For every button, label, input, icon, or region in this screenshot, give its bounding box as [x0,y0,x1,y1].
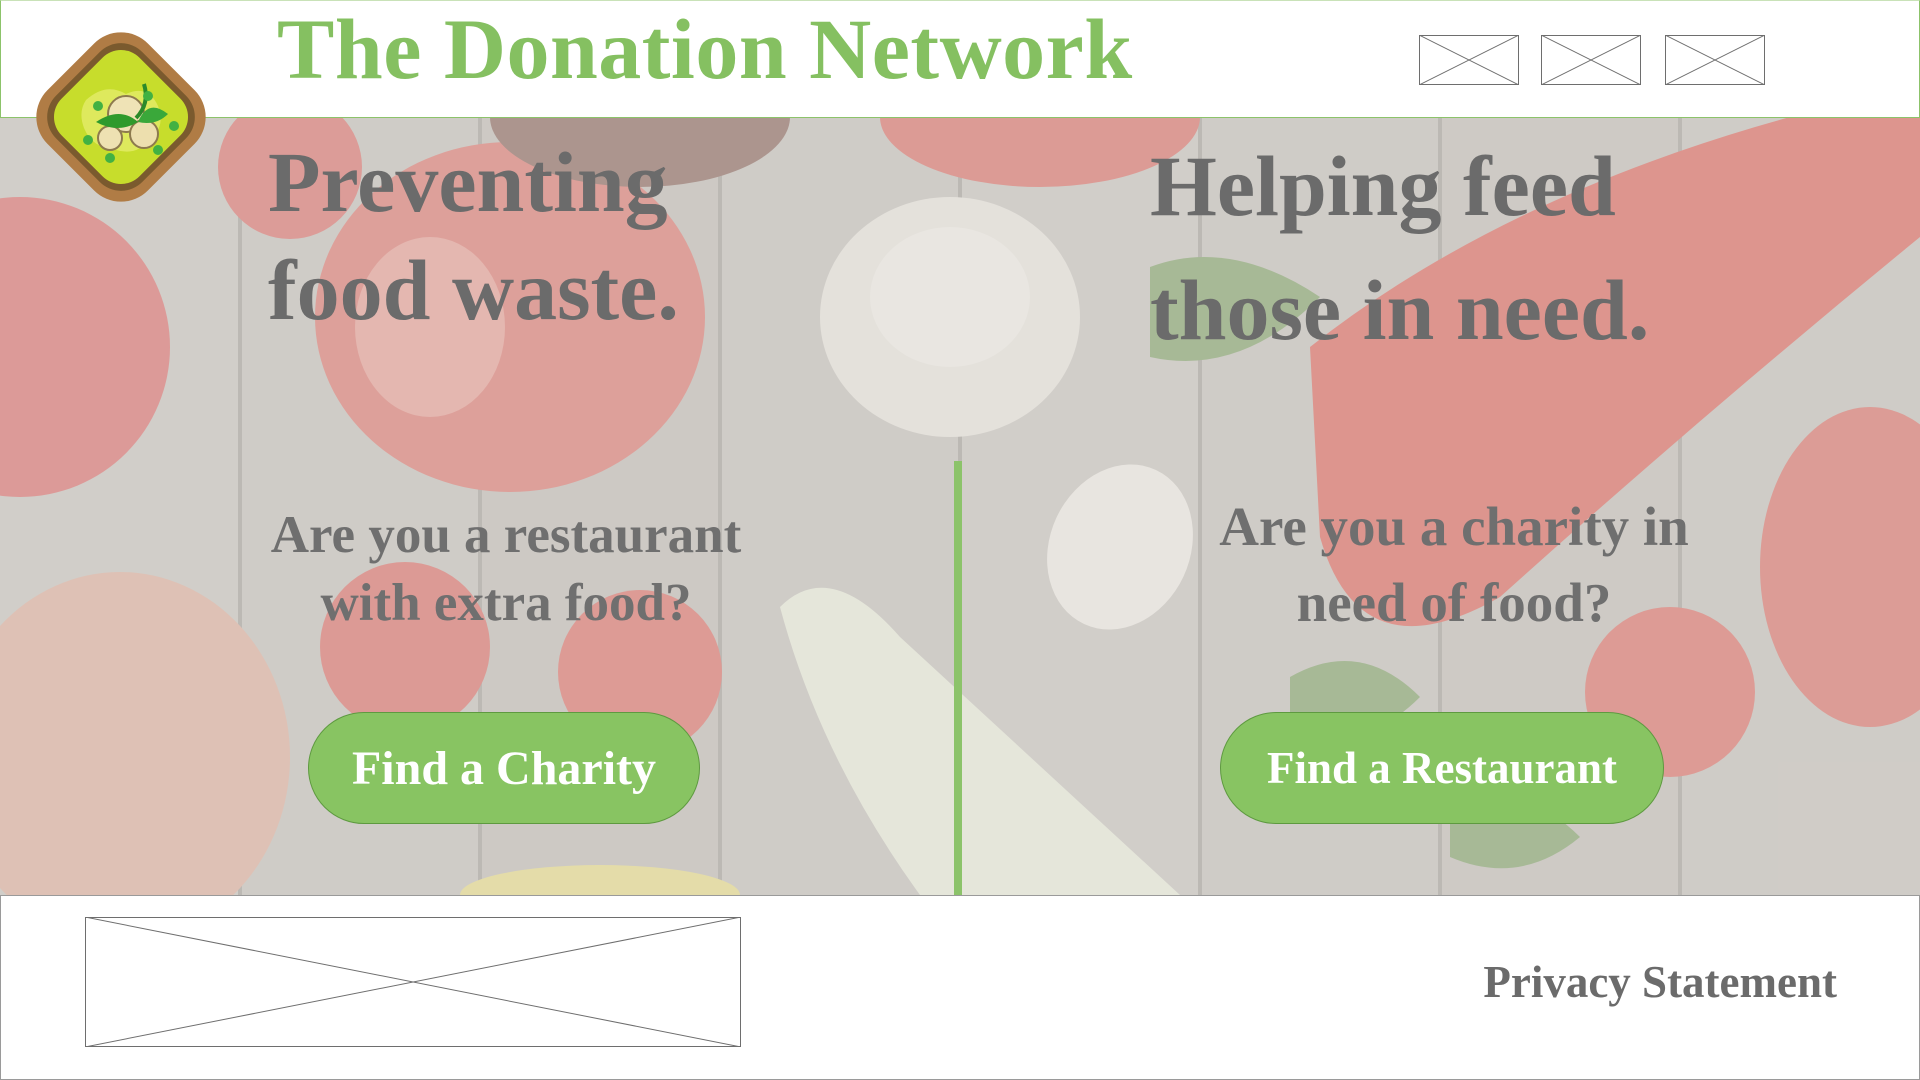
food-bowl-logo-icon[interactable] [26,22,216,212]
image-placeholder-icon[interactable] [1419,35,1519,85]
privacy-statement-link[interactable]: Privacy Statement [1483,956,1837,1008]
image-placeholder-icon [85,917,741,1047]
find-restaurant-button[interactable]: Find a Restaurant [1220,712,1664,824]
right-question-line2: need of food? [1296,572,1612,633]
right-question-line1: Are you a charity in [1219,496,1689,557]
image-placeholder-icon[interactable] [1665,35,1765,85]
hero-section: Preventing food waste. Are you a restaur… [0,117,1920,895]
right-headline-line1: Helping feed [1150,138,1616,234]
site-header: The Donation Network [0,0,1920,118]
find-charity-button[interactable]: Find a Charity [308,712,700,824]
site-footer: Privacy Statement [0,895,1920,1080]
left-question: Are you a restaurant with extra food? [226,501,786,637]
right-headline: Helping feed those in need. [1150,124,1649,372]
site-title: The Donation Network [277,1,1133,97]
left-headline-line1: Preventing [268,134,668,230]
section-divider [954,461,962,895]
left-headline: Preventing food waste. [268,128,679,344]
left-question-line1: Are you a restaurant [270,506,742,564]
left-headline-line2: food waste. [268,242,679,338]
image-placeholder-icon[interactable] [1541,35,1641,85]
right-headline-line2: those in need. [1150,262,1650,358]
right-question: Are you a charity in need of food? [1134,489,1774,641]
left-question-line2: with extra food? [320,574,692,632]
